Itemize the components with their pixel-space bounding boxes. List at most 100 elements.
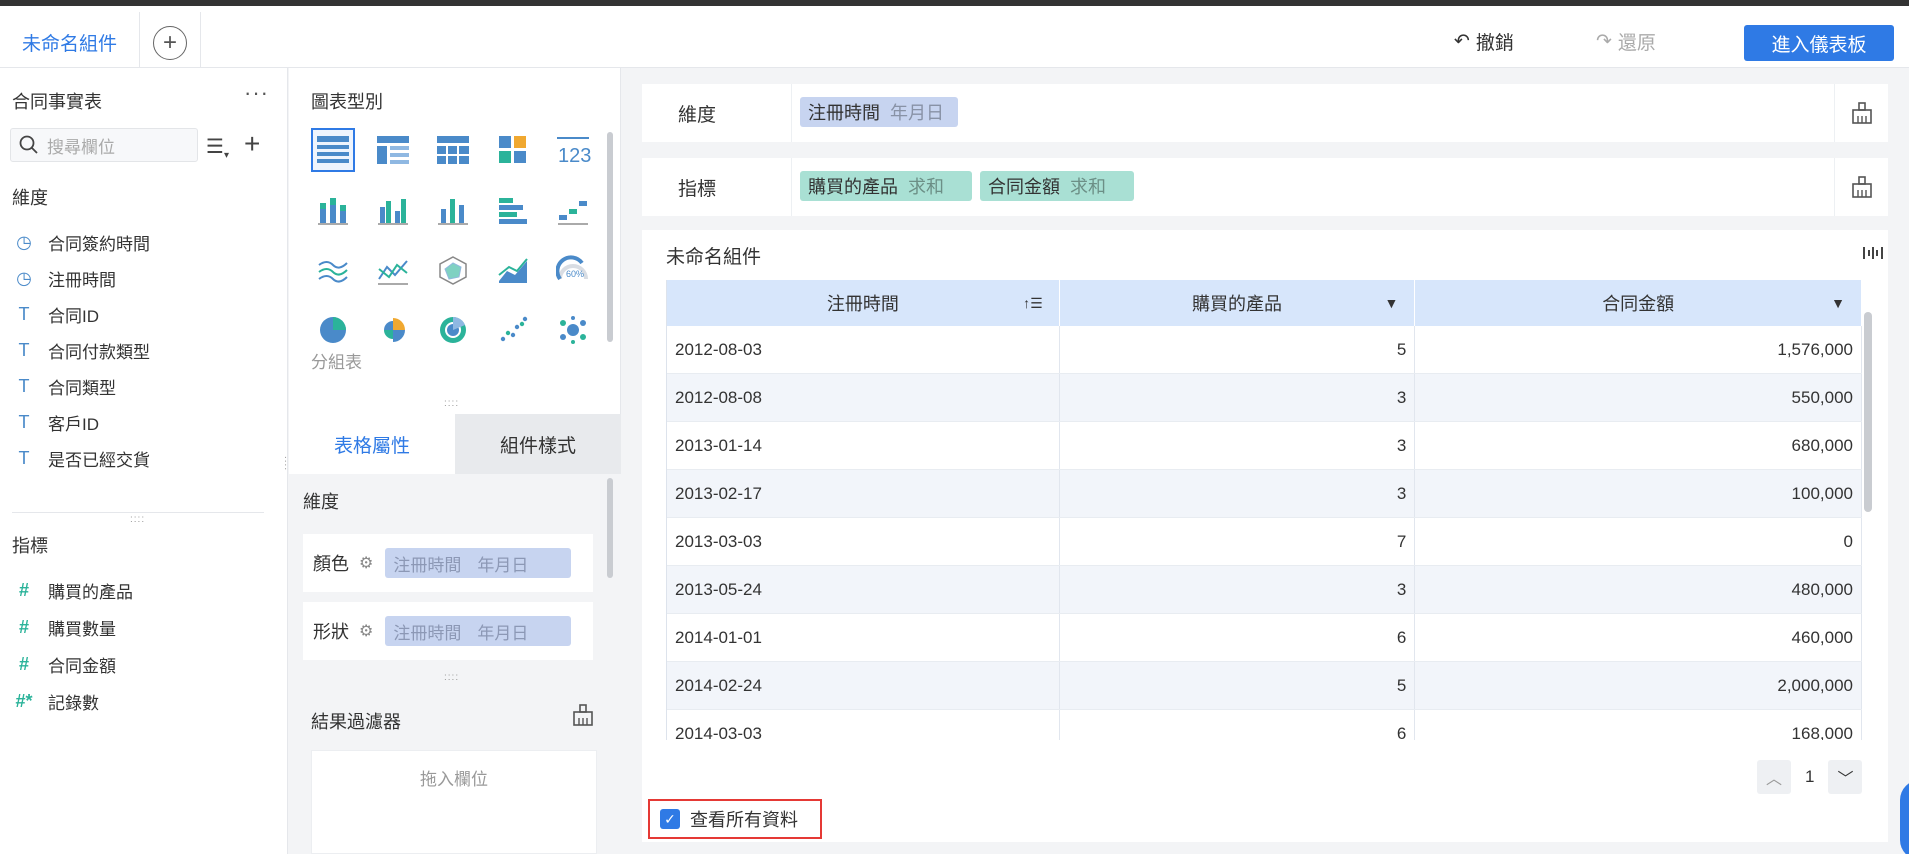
- property-scrollbar[interactable]: [607, 478, 613, 578]
- dimension-field[interactable]: T 是否已經交貨: [14, 446, 151, 471]
- table-row[interactable]: 2013-03-03 7 0: [667, 518, 1862, 566]
- chart-type-horizontal-bar-icon[interactable]: [491, 188, 535, 232]
- tab-table-properties[interactable]: 表格屬性: [289, 414, 455, 474]
- chart-type-sunburst-icon[interactable]: [431, 308, 475, 352]
- chart-type-heatmap-icon[interactable]: [491, 128, 535, 172]
- chart-type-grouped-bar-icon[interactable]: [371, 188, 415, 232]
- broom-icon[interactable]: [571, 704, 595, 731]
- shape-property-row[interactable]: 形狀 ⚙ 注冊時間 年月日: [303, 602, 593, 660]
- metric-shelf[interactable]: 指標 購買的產品 求和 合同金額 求和: [642, 158, 1888, 216]
- chart-type-step-icon[interactable]: [551, 188, 595, 232]
- chip-field: 注冊時間: [393, 555, 462, 575]
- gear-icon[interactable]: ⚙: [359, 621, 373, 641]
- assistant-fab[interactable]: [1900, 780, 1909, 854]
- tab-widget[interactable]: 未命名組件: [0, 12, 140, 73]
- shape-label: 形狀: [313, 622, 349, 642]
- chart-type-gauge-icon[interactable]: 60%: [551, 248, 595, 292]
- metric-field[interactable]: # 合同金額: [14, 652, 116, 677]
- table-cell: 2012-08-08: [667, 374, 1060, 421]
- caret-down-icon[interactable]: ▼: [1831, 295, 1845, 311]
- svg-text:123: 123: [558, 145, 591, 165]
- table-cell: 2014-01-01: [667, 614, 1060, 661]
- view-all-data-checkbox[interactable]: ✓ 查看所有資料: [648, 799, 822, 839]
- column-width-icon[interactable]: [1862, 244, 1884, 267]
- table-row[interactable]: 2012-08-03 5 1,576,000: [667, 326, 1862, 374]
- table-row[interactable]: 2013-01-14 3 680,000: [667, 422, 1862, 470]
- table-row[interactable]: 2014-01-01 6 460,000: [667, 614, 1862, 662]
- chart-type-cross-table-icon[interactable]: [431, 128, 475, 172]
- table-row[interactable]: 2014-03-03 6 168,000: [667, 710, 1862, 740]
- sort-ascending-icon[interactable]: ↑☰: [1023, 295, 1043, 312]
- chart-type-resize-handle[interactable]: ::::: [444, 398, 459, 409]
- search-field[interactable]: 搜尋欄位: [10, 128, 198, 162]
- dimension-field[interactable]: T 合同ID: [14, 302, 100, 327]
- enter-dashboard-button[interactable]: 進入儀表板: [1744, 25, 1894, 61]
- widget-title[interactable]: 未命名組件: [666, 242, 761, 269]
- chart-type-area-icon[interactable]: [311, 248, 355, 292]
- dimension-field[interactable]: T 合同付款類型: [14, 338, 151, 363]
- column-header-contract-amount[interactable]: 合同金額 ▼: [1415, 280, 1862, 326]
- dimension-shelf[interactable]: 維度 注冊時間 年月日: [642, 84, 1888, 142]
- table-cell: 3: [1060, 470, 1416, 517]
- field-sort-icon[interactable]: ☰▾: [206, 134, 229, 161]
- column-header-registered-time[interactable]: 注冊時間 ↑☰: [667, 280, 1060, 326]
- dimension-field[interactable]: ◷ 合同簽約時間: [14, 230, 150, 255]
- chart-type-stacked-bar-icon[interactable]: [311, 188, 355, 232]
- number-type-icon: #: [18, 654, 29, 674]
- metric-chip[interactable]: 購買的產品 求和: [800, 171, 972, 201]
- dimension-field[interactable]: T 合同類型: [14, 374, 117, 399]
- table-row[interactable]: 2013-02-17 3 100,000: [667, 470, 1862, 518]
- more-icon[interactable]: ···: [244, 80, 269, 106]
- metric-field[interactable]: # 購買數量: [14, 615, 116, 640]
- metric-field[interactable]: #* 記錄數: [14, 689, 99, 714]
- resize-handle[interactable]: ::::: [130, 514, 145, 525]
- field-label: 是否已經交貨: [48, 451, 150, 470]
- metric-field[interactable]: # 購買的產品: [14, 578, 133, 603]
- chart-type-radar-icon[interactable]: [431, 248, 475, 292]
- color-property-row[interactable]: 顏色 ⚙ 注冊時間 年月日: [303, 534, 593, 592]
- chart-type-kpi-icon[interactable]: 123: [551, 128, 595, 172]
- chip-field: 注冊時間: [808, 103, 880, 123]
- chart-type-pivot-icon[interactable]: [371, 128, 415, 172]
- chart-type-table-icon[interactable]: [311, 128, 355, 172]
- caret-down-icon[interactable]: ▼: [1385, 295, 1399, 311]
- tab-widget-style[interactable]: 組件樣式: [455, 414, 621, 474]
- checkmark-icon[interactable]: ✓: [660, 809, 680, 829]
- number-type-icon: #: [18, 580, 29, 600]
- redo-button[interactable]: ↷ 還原: [1596, 28, 1656, 55]
- chart-type-scatter-icon[interactable]: [491, 308, 535, 352]
- shape-field-chip[interactable]: 注冊時間 年月日: [385, 616, 572, 646]
- dimension-field[interactable]: T 客戶ID: [14, 410, 100, 435]
- table-cell: 168,000: [1415, 710, 1862, 740]
- add-tab-button[interactable]: +: [153, 26, 187, 60]
- dimension-field[interactable]: ◷ 注冊時間: [14, 266, 116, 291]
- chart-type-area-fill-icon[interactable]: [491, 248, 535, 292]
- column-header-products[interactable]: 購買的產品 ▼: [1060, 280, 1416, 326]
- chart-type-column-icon[interactable]: [431, 188, 475, 232]
- chart-type-rose-icon[interactable]: [371, 308, 415, 352]
- table-row[interactable]: 2012-08-08 3 550,000: [667, 374, 1862, 422]
- gear-icon[interactable]: ⚙: [359, 553, 373, 573]
- metric-shelf-label: 指標: [642, 158, 792, 216]
- color-label: 顏色: [313, 554, 349, 574]
- table-row[interactable]: 2014-02-24 5 2,000,000: [667, 662, 1862, 710]
- color-field-chip[interactable]: 注冊時間 年月日: [385, 548, 572, 578]
- property-resize-handle[interactable]: ::::: [444, 672, 459, 683]
- chart-type-scrollbar[interactable]: [607, 132, 613, 342]
- filter-drop-zone[interactable]: 拖入欄位: [311, 750, 597, 854]
- dimension-chip[interactable]: 注冊時間 年月日: [800, 97, 958, 127]
- chevron-down-icon[interactable]: ﹀: [1828, 760, 1863, 794]
- broom-icon: [1851, 176, 1872, 198]
- metric-chip[interactable]: 合同金額 求和: [980, 171, 1134, 201]
- clear-metric-button[interactable]: [1834, 158, 1888, 216]
- group-table-label[interactable]: 分組表: [311, 348, 362, 373]
- chart-type-line-icon[interactable]: [371, 248, 415, 292]
- undo-button[interactable]: ↶ 撤銷: [1454, 28, 1514, 55]
- add-field-icon[interactable]: +: [244, 128, 260, 160]
- chart-type-pie-icon[interactable]: [311, 308, 355, 352]
- chart-type-bubble-icon[interactable]: [551, 308, 595, 352]
- chevron-up-icon[interactable]: ︿: [1757, 760, 1791, 794]
- clear-dimension-button[interactable]: [1834, 84, 1888, 142]
- table-scrollbar[interactable]: [1864, 312, 1872, 512]
- table-row[interactable]: 2013-05-24 3 480,000: [667, 566, 1862, 614]
